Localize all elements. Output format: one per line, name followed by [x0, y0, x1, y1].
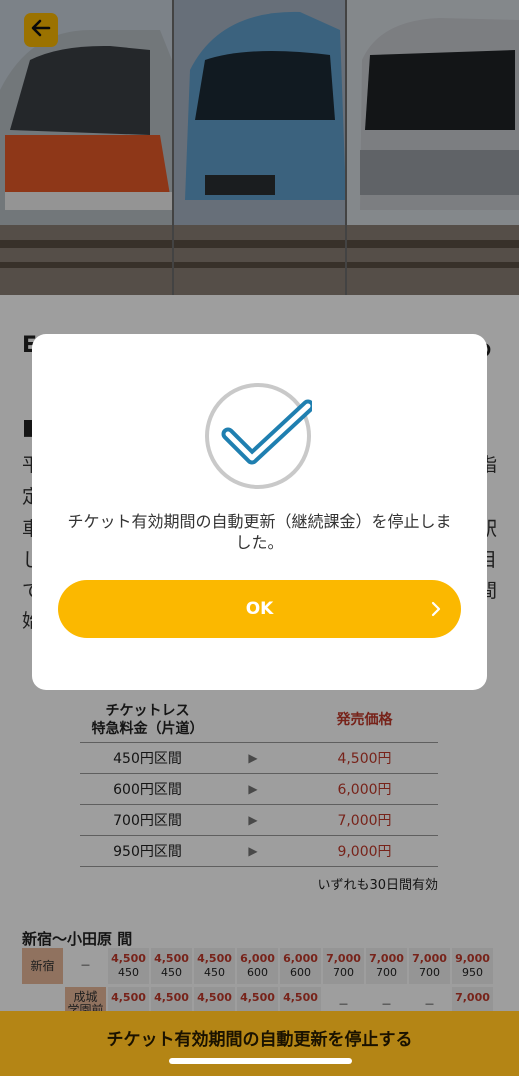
home-indicator — [169, 1058, 352, 1064]
dialog-message: チケット有効期間の自動更新（継続課金）を停止しました。 — [67, 512, 452, 552]
ok-button-label: OK — [245, 599, 274, 619]
chevron-right-icon — [429, 600, 443, 622]
check-circle-icon — [204, 382, 315, 490]
ok-button[interactable]: OK — [58, 580, 461, 638]
confirmation-dialog: チケット有効期間の自動更新（継続課金）を停止しました。 OK — [32, 334, 487, 690]
stop-auto-renewal-button[interactable]: チケット有効期間の自動更新を停止する — [0, 1011, 519, 1076]
